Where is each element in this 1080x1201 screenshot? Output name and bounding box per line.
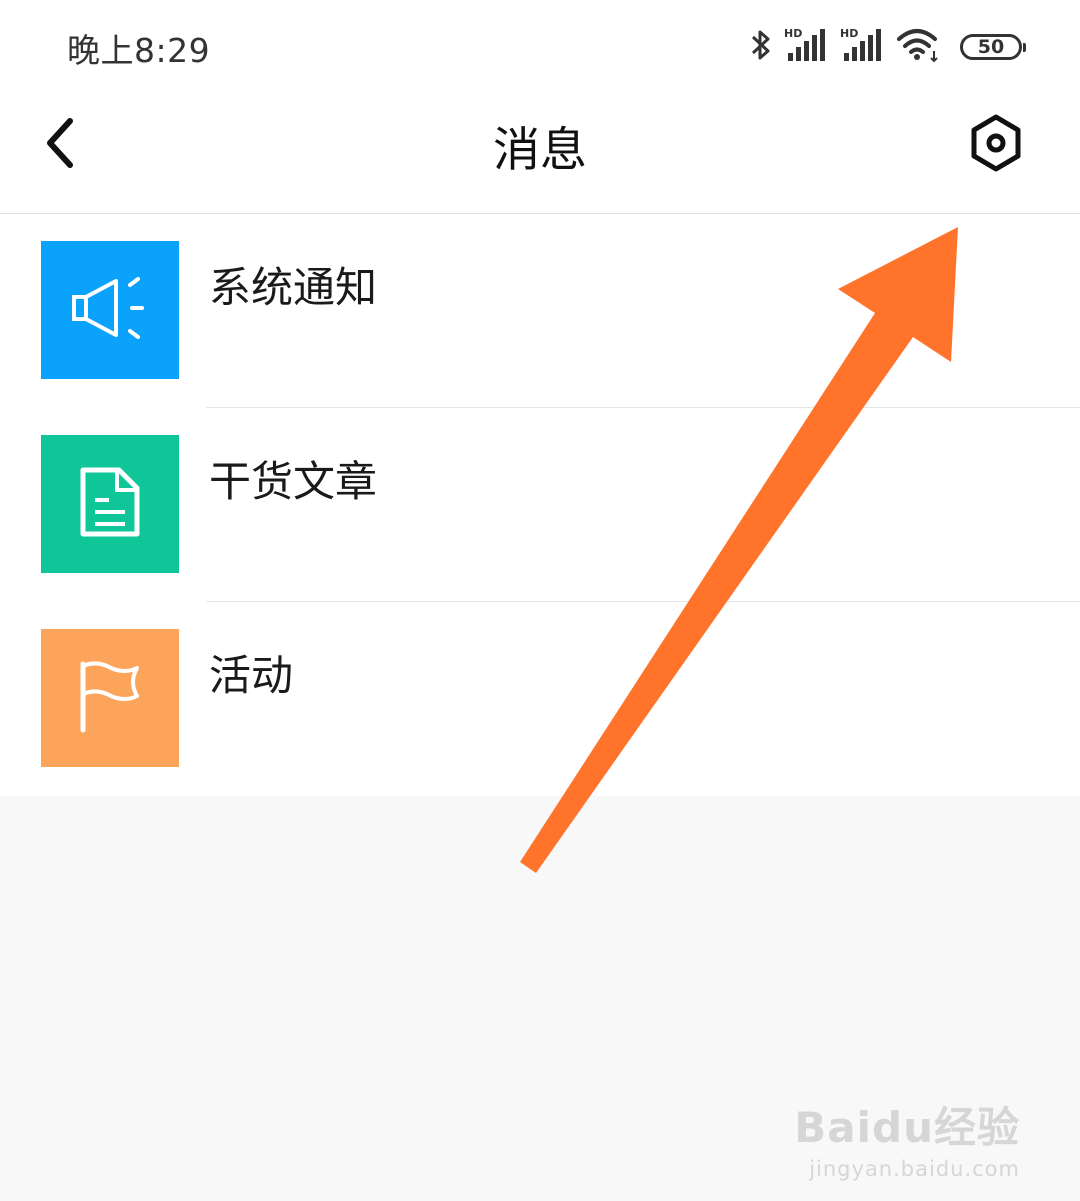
list-item-activities[interactable]: 活动 [0,602,1080,796]
svg-text:HD: HD [784,27,802,40]
list-item-articles[interactable]: 干货文章 [0,408,1080,602]
status-bar: 晚上8:29 HD HD 50 [0,0,1080,95]
nav-bar: 消息 [0,95,1080,214]
page-title: 消息 [493,123,587,178]
svg-text:HD: HD [840,27,858,40]
system-notice-tile [41,241,179,379]
settings-button[interactable] [964,113,1028,177]
watermark-main: Baidu经验 [794,1103,1020,1152]
status-time: 晚上8:29 [67,31,211,70]
document-icon [77,464,143,544]
activities-tile [41,629,179,767]
battery-level: 50 [977,36,1005,58]
list-item-label: 干货文章 [209,457,378,506]
signal-hd-icon: HD [784,27,828,67]
settings-hexagon-icon [968,113,1024,177]
battery-icon: 50 [960,34,1026,60]
status-icons: HD HD 50 [750,26,1026,68]
signal-hd-icon: HD [840,27,884,67]
list-item-label: 系统通知 [209,263,378,312]
message-category-list: 系统通知 干货文章 活动 [0,214,1080,796]
flag-icon [75,658,145,738]
list-item-system-notice[interactable]: 系统通知 [0,214,1080,408]
list-item-label: 活动 [209,651,294,700]
watermark-sub: jingyan.baidu.com [809,1157,1020,1181]
wifi-icon [896,27,942,67]
watermark: Baidu经验 jingyan.baidu.com [794,1094,1020,1181]
megaphone-icon [70,273,150,347]
bluetooth-icon [750,27,772,67]
articles-tile [41,435,179,573]
